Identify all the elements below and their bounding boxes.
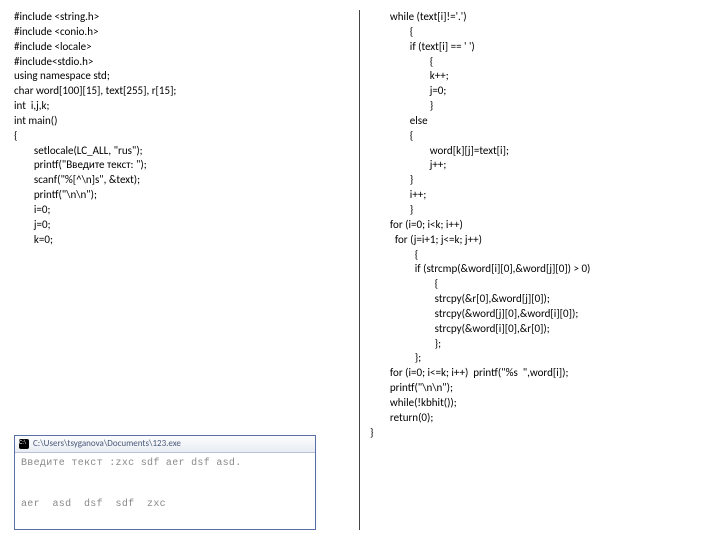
console-icon: [19, 439, 29, 449]
console-titlebar: C:\Users\tsyganova\Documents\123.exe: [15, 436, 315, 453]
page-root: #include <string.h> #include <conio.h> #…: [0, 0, 720, 540]
console-window: C:\Users\tsyganova\Documents\123.exe Вве…: [14, 435, 316, 530]
code-block-left: #include <string.h> #include <conio.h> #…: [14, 10, 349, 248]
right-column: while (text[i]!='.') { if (text[i] == ' …: [360, 10, 706, 530]
console-title-text: C:\Users\tsyganova\Documents\123.exe: [33, 438, 181, 450]
code-block-right: while (text[i]!='.') { if (text[i] == ' …: [370, 10, 706, 440]
console-output: Введите текст :zxc sdf aer dsf asd. aer …: [15, 453, 315, 529]
left-column: #include <string.h> #include <conio.h> #…: [14, 10, 360, 530]
